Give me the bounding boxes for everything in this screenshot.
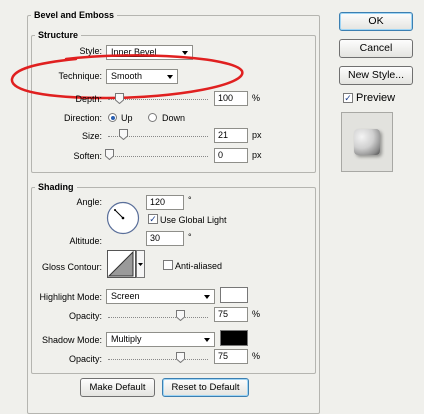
angle-unit: °: [188, 195, 192, 205]
new-style-button[interactable]: New Style...: [339, 66, 413, 85]
soften-slider-thumb[interactable]: [105, 149, 114, 160]
size-unit: px: [252, 130, 262, 140]
shadow-color-swatch[interactable]: [220, 330, 248, 346]
gloss-contour-icon[interactable]: [107, 250, 145, 278]
depth-input[interactable]: 100: [214, 91, 248, 106]
structure-title: Structure: [38, 30, 79, 40]
size-slider-thumb[interactable]: [119, 129, 128, 140]
highlight-mode-dropdown[interactable]: Screen: [106, 289, 215, 304]
chevron-down-icon: [204, 338, 210, 342]
highlight-mode-value: Screen: [111, 291, 140, 301]
highlight-opacity-label: Opacity:: [68, 311, 102, 321]
angle-label: Angle:: [76, 197, 102, 207]
direction-down-label: Down: [162, 113, 186, 123]
altitude-label: Altitude:: [69, 236, 102, 246]
highlight-opacity-unit: %: [252, 309, 261, 319]
highlight-color-swatch[interactable]: [220, 287, 248, 303]
soften-label: Soften:: [73, 151, 102, 161]
highlight-opacity-track[interactable]: [108, 317, 208, 318]
depth-unit: %: [252, 93, 261, 103]
shadow-opacity-label: Opacity:: [68, 354, 102, 364]
gloss-contour-label: Gloss Contour:: [41, 262, 102, 272]
angle-input[interactable]: 120: [146, 195, 184, 210]
shadow-mode-dropdown[interactable]: Multiply: [106, 332, 215, 347]
shadow-opacity-thumb[interactable]: [176, 352, 185, 363]
shadow-mode-label: Shadow Mode:: [41, 335, 102, 345]
altitude-input[interactable]: 30: [146, 231, 184, 246]
annotation-ellipse: [10, 54, 244, 100]
bevel-emboss-title: Bevel and Emboss: [34, 10, 115, 20]
direction-label: Direction:: [63, 113, 102, 123]
preview-checkbox[interactable]: ✓: [343, 93, 353, 103]
make-default-button[interactable]: Make Default: [80, 378, 155, 397]
anti-aliased-label: Anti-aliased: [175, 261, 223, 271]
size-input[interactable]: 21: [214, 128, 248, 143]
altitude-unit: °: [188, 232, 192, 242]
anti-aliased-checkbox[interactable]: [163, 260, 173, 270]
highlight-mode-label: Highlight Mode:: [39, 292, 102, 302]
direction-up-label: Up: [121, 113, 133, 123]
soften-input[interactable]: 0: [214, 148, 248, 163]
preview-swatch: [354, 129, 380, 155]
reset-to-default-button[interactable]: Reset to Default: [162, 378, 249, 397]
shading-title: Shading: [38, 182, 74, 192]
shadow-opacity-track[interactable]: [108, 359, 208, 360]
angle-dial[interactable]: [106, 201, 140, 235]
global-light-checkbox[interactable]: ✓: [148, 214, 158, 224]
chevron-down-icon: [204, 295, 210, 299]
soften-slider-track[interactable]: [108, 156, 208, 157]
ok-button[interactable]: OK: [339, 12, 413, 31]
shadow-opacity-input[interactable]: 75: [214, 349, 248, 364]
highlight-opacity-input[interactable]: 75: [214, 307, 248, 322]
cancel-button[interactable]: Cancel: [339, 39, 413, 58]
depth-slider-thumb[interactable]: [115, 93, 124, 104]
preview-label: Preview: [356, 92, 396, 104]
direction-up-radio[interactable]: [108, 113, 117, 122]
depth-label: Depth:: [75, 94, 102, 104]
shadow-mode-value: Multiply: [111, 334, 142, 344]
size-label: Size:: [81, 131, 102, 141]
soften-unit: px: [252, 150, 262, 160]
direction-down-radio[interactable]: [148, 113, 157, 122]
global-light-label: Use Global Light: [160, 215, 227, 225]
shadow-opacity-unit: %: [252, 351, 261, 361]
preview-thumbnail: [341, 112, 393, 172]
highlight-opacity-thumb[interactable]: [176, 310, 185, 321]
